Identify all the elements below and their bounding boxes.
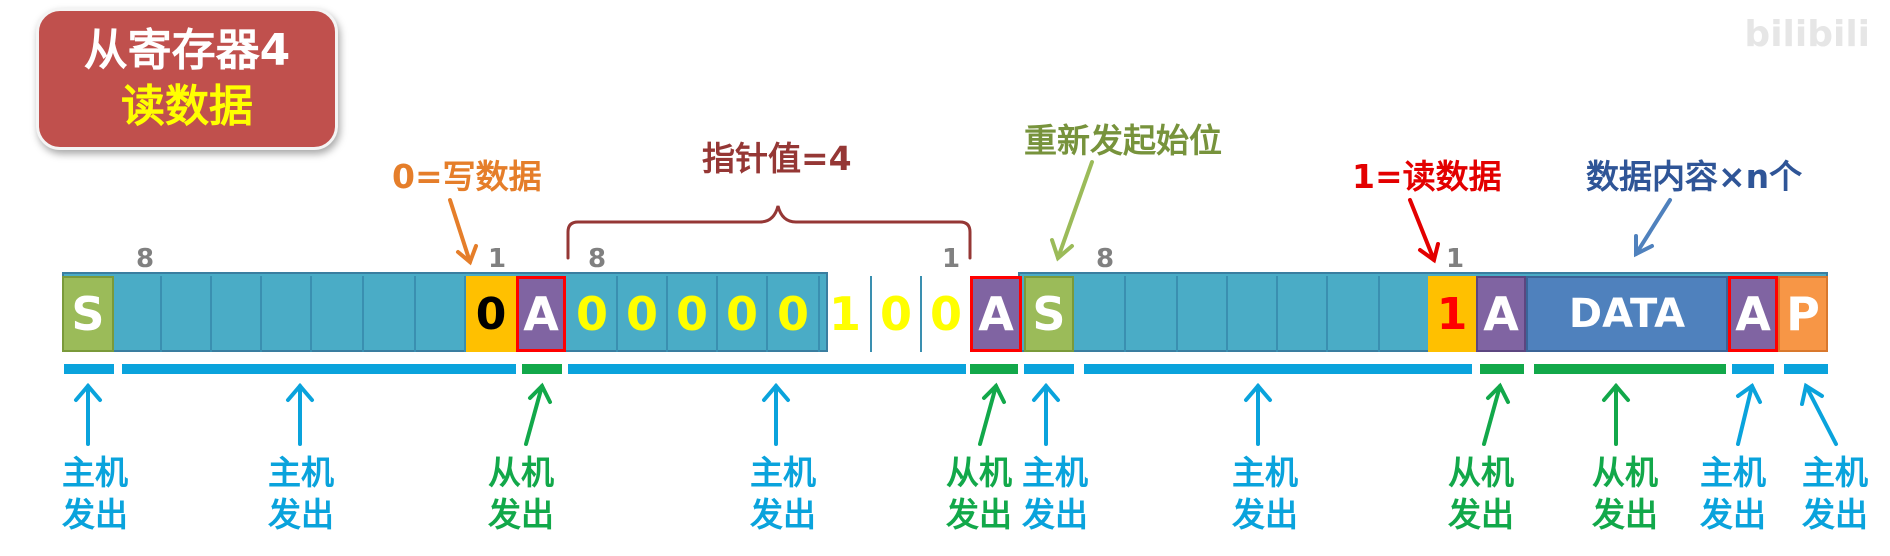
host-arrows <box>74 382 1838 446</box>
slave-label: 从机 发出 <box>1592 453 1658 534</box>
pointer-brace <box>566 205 972 260</box>
host-label: 主机 发出 <box>268 453 334 534</box>
host-label: 主机 发出 <box>1232 453 1298 534</box>
restart-arrow <box>1056 160 1094 260</box>
host-label: 主机 发出 <box>1022 453 1088 534</box>
slave-arrows <box>524 382 1630 446</box>
slave-label: 从机 发出 <box>1448 453 1514 534</box>
host-label: 主机 发出 <box>1700 453 1766 534</box>
host-label: 主机 发出 <box>750 453 816 534</box>
slave-label: 从机 发出 <box>488 453 554 534</box>
host-label: 主机 发出 <box>1802 453 1868 534</box>
host-label: 主机 发出 <box>62 453 128 534</box>
